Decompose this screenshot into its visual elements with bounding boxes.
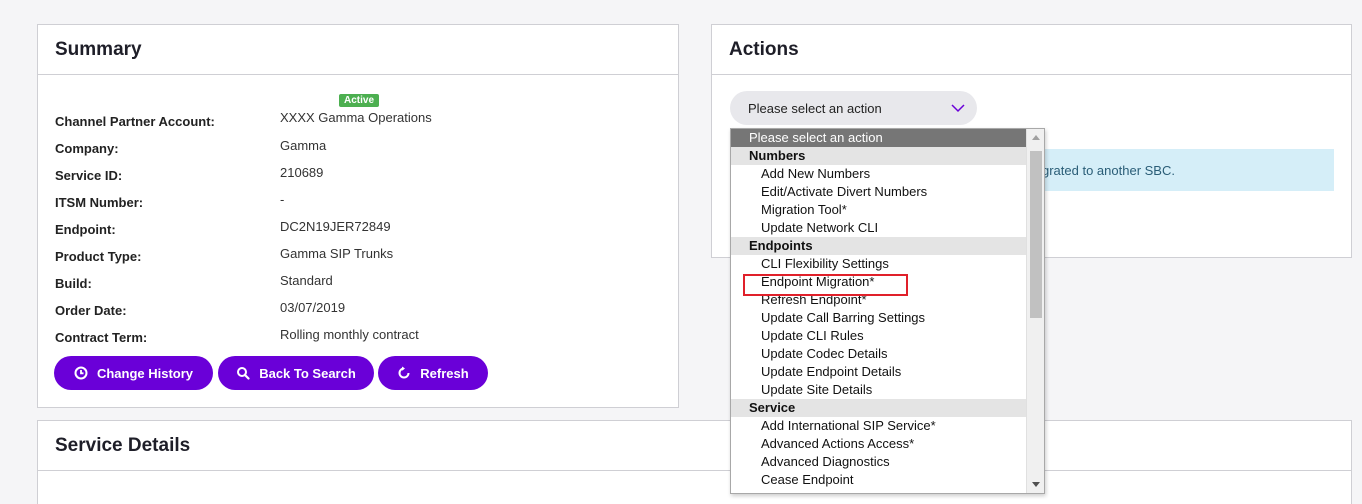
scroll-down-arrow-icon[interactable] [1032, 482, 1040, 487]
field-label: Service ID: [55, 168, 123, 183]
dropdown-option-call-barring[interactable]: Update Call Barring Settings [731, 309, 1027, 327]
action-dropdown-list[interactable]: Please select an action Numbers Add New … [730, 128, 1045, 494]
dropdown-option-update-network-cli[interactable]: Update Network CLI [731, 219, 1027, 237]
dropdown-group-numbers: Numbers [731, 147, 1027, 165]
dropdown-option-add-new-numbers[interactable]: Add New Numbers [731, 165, 1027, 183]
dropdown-option-codec-details[interactable]: Update Codec Details [731, 345, 1027, 363]
dropdown-option-site-details[interactable]: Update Site Details [731, 381, 1027, 399]
status-badge: Active [339, 94, 380, 107]
summary-panel: Summary Active Channel Partner Account: … [37, 24, 679, 408]
dropdown-option-cli-rules[interactable]: Update CLI Rules [731, 327, 1027, 345]
field-label: Channel Partner Account: [55, 114, 215, 129]
clock-icon [74, 366, 88, 380]
dropdown-group-service: Service [731, 399, 1027, 417]
dropdown-option-migration-tool[interactable]: Migration Tool* [731, 201, 1027, 219]
dropdown-options: Please select an action Numbers Add New … [731, 129, 1027, 489]
change-history-button[interactable]: Change History [54, 356, 213, 390]
field-value: DC2N19JER72849 [280, 219, 391, 234]
refresh-label: Refresh [420, 365, 469, 381]
scrollbar-thumb[interactable] [1030, 151, 1042, 318]
field-value: Gamma [280, 138, 327, 153]
back-to-search-label: Back To Search [259, 365, 356, 381]
field-value: XXXX Gamma Operations [280, 110, 432, 125]
field-value: 210689 [280, 165, 324, 180]
field-value: - [280, 192, 285, 207]
field-value: 03/07/2019 [280, 300, 346, 315]
field-value: Rolling monthly contract [280, 327, 419, 342]
dropdown-option-advanced-actions[interactable]: Advanced Actions Access* [731, 435, 1027, 453]
field-label: Product Type: [55, 249, 142, 264]
search-icon [237, 367, 250, 380]
dropdown-option-international-sip[interactable]: Add International SIP Service* [731, 417, 1027, 435]
summary-title: Summary [38, 25, 678, 75]
field-label: ITSM Number: [55, 195, 144, 210]
service-details-panel: Service Details [37, 420, 1352, 504]
dropdown-group-endpoints: Endpoints [731, 237, 1027, 255]
dropdown-option-cli-flexibility[interactable]: CLI Flexibility Settings [731, 255, 1027, 273]
field-label: Build: [55, 276, 92, 291]
dropdown-option-edit-divert-numbers[interactable]: Edit/Activate Divert Numbers [731, 183, 1027, 201]
dropdown-option-advanced-diagnostics[interactable]: Advanced Diagnostics [731, 453, 1027, 471]
back-to-search-button[interactable]: Back To Search [218, 356, 374, 390]
dropdown-option-cease-endpoint[interactable]: Cease Endpoint [731, 471, 1027, 489]
dropdown-option-endpoint-details[interactable]: Update Endpoint Details [731, 363, 1027, 381]
change-history-label: Change History [96, 365, 194, 381]
field-label: Endpoint: [55, 222, 116, 237]
refresh-icon [398, 366, 410, 379]
action-select[interactable]: Please select an action [730, 91, 977, 125]
dropdown-option-placeholder[interactable]: Please select an action [731, 129, 1027, 147]
field-label: Order Date: [55, 303, 127, 318]
refresh-button[interactable]: Refresh [378, 356, 488, 390]
info-alert-text: grated to another SBC. [1042, 163, 1175, 178]
dropdown-scrollbar[interactable] [1026, 129, 1044, 493]
service-details-title: Service Details [38, 421, 1351, 471]
actions-title: Actions [712, 25, 1351, 75]
highlight-annotation [743, 274, 908, 296]
field-label: Company: [55, 141, 119, 156]
field-value: Gamma SIP Trunks [280, 246, 394, 261]
chevron-down-icon [951, 104, 965, 113]
field-value: Standard [280, 273, 333, 288]
action-select-value: Please select an action [748, 100, 882, 116]
field-label: Contract Term: [55, 330, 148, 345]
scroll-up-arrow-icon[interactable] [1032, 135, 1040, 140]
